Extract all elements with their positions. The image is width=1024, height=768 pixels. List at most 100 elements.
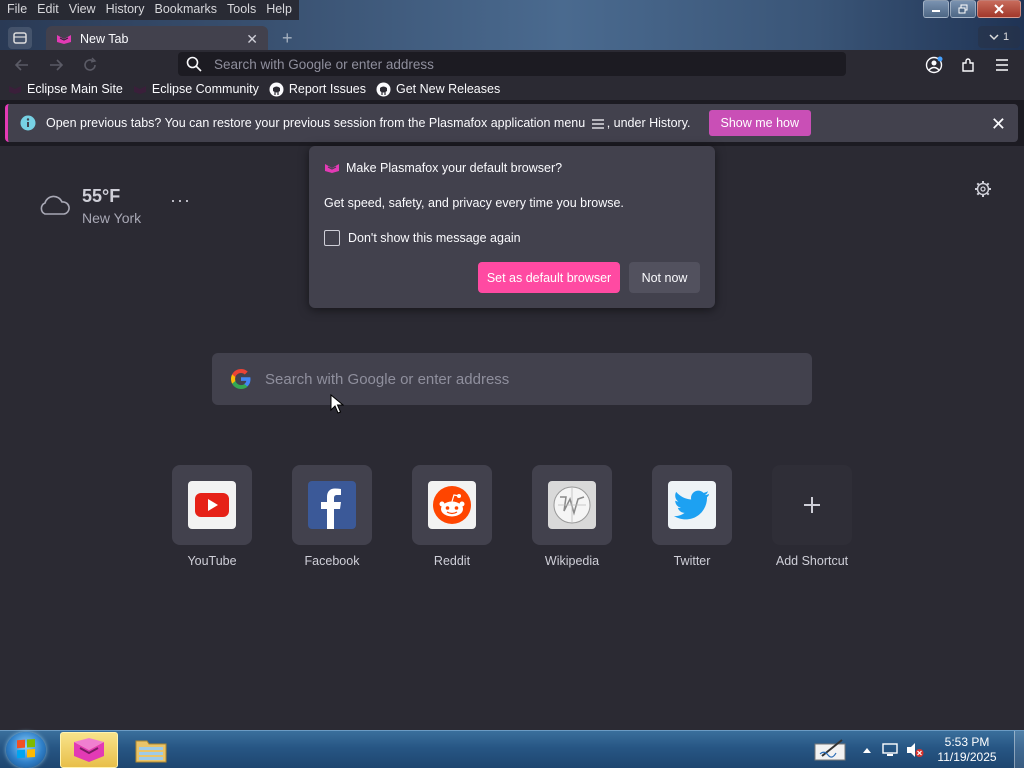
- new-tab-search-box[interactable]: Search with Google or enter address: [212, 353, 812, 405]
- shortcut-add[interactable]: Add Shortcut: [772, 465, 852, 568]
- bookmark-report-issues[interactable]: Report Issues: [269, 82, 366, 97]
- taskbar: 5:53 PM 11/19/2025: [0, 730, 1024, 768]
- menu-tools[interactable]: Tools: [222, 0, 261, 20]
- shortcut-reddit[interactable]: Reddit: [412, 465, 492, 568]
- shortcut-tile[interactable]: [292, 465, 372, 545]
- hamburger-menu-icon: [591, 119, 604, 129]
- system-clock[interactable]: 5:53 PM 11/19/2025: [934, 735, 1000, 765]
- shortcut-tile[interactable]: [172, 465, 252, 545]
- weather-city: New York: [82, 210, 142, 226]
- google-icon: [231, 369, 251, 389]
- shortcut-tile[interactable]: [652, 465, 732, 545]
- bookmark-label: Eclipse Main Site: [27, 82, 123, 96]
- close-notification-icon[interactable]: ✕: [991, 114, 1006, 135]
- extensions-button[interactable]: [958, 55, 978, 75]
- reload-button[interactable]: [80, 55, 100, 75]
- mouse-cursor-icon: [330, 394, 344, 414]
- volume-muted-icon[interactable]: [906, 742, 924, 758]
- bookmark-eclipse-community[interactable]: Eclipse Community: [133, 82, 259, 96]
- shortcut-facebook[interactable]: Facebook: [292, 465, 372, 568]
- github-icon: [269, 82, 284, 96]
- address-input[interactable]: [214, 56, 814, 72]
- hamburger-menu-icon: [996, 59, 1008, 71]
- facebook-icon: [308, 481, 356, 529]
- weather-more-icon[interactable]: ···: [170, 190, 191, 211]
- clock-date: 11/19/2025: [937, 750, 997, 764]
- show-me-how-button[interactable]: Show me how: [708, 110, 812, 136]
- firefox-view-icon: [13, 32, 27, 44]
- account-icon: [925, 56, 943, 74]
- plasmafox-icon: [57, 35, 71, 44]
- bookmark-label: Report Issues: [288, 82, 366, 96]
- bookmark-get-new-releases[interactable]: Get New Releases: [376, 82, 500, 97]
- close-window-button[interactable]: [977, 0, 1021, 18]
- show-hidden-icons-icon[interactable]: [862, 746, 872, 754]
- bookmark-eclipse-main-site[interactable]: Eclipse Main Site: [8, 82, 123, 96]
- shortcut-twitter[interactable]: Twitter: [652, 465, 732, 568]
- shortcut-label: Reddit: [433, 554, 471, 568]
- shortcut-youtube[interactable]: YouTube: [172, 465, 252, 568]
- personalize-button[interactable]: [974, 180, 992, 203]
- puzzle-icon: [962, 58, 974, 72]
- weather-info: 55°F New York: [82, 186, 141, 226]
- window-titlebar: File Edit View History Bookmarks Tools H…: [0, 0, 1024, 52]
- folder-icon: [135, 740, 167, 763]
- menu-view[interactable]: View: [64, 0, 101, 20]
- address-bar[interactable]: [178, 52, 846, 76]
- weather-widget[interactable]: 55°F New York ···: [38, 186, 190, 226]
- session-restore-notification: Open previous tabs? You can restore your…: [5, 104, 1018, 142]
- checkbox-box[interactable]: [324, 230, 340, 246]
- account-button[interactable]: [924, 55, 944, 75]
- plasmafox-icon: [325, 164, 339, 173]
- windows-logo-icon: [17, 738, 35, 759]
- menu-edit[interactable]: Edit: [32, 0, 64, 20]
- forward-arrow-icon: [50, 59, 64, 71]
- network-icon[interactable]: [882, 743, 898, 757]
- shortcut-label: Add Shortcut: [775, 554, 849, 568]
- bookmark-label: Get New Releases: [395, 82, 501, 96]
- menu-bookmarks[interactable]: Bookmarks: [149, 0, 222, 20]
- minimize-button[interactable]: [923, 0, 949, 18]
- reddit-icon: [428, 481, 476, 529]
- close-tab-icon[interactable]: ✕: [246, 31, 258, 48]
- restore-icon: [958, 4, 968, 14]
- dont-show-again-checkbox[interactable]: Don't show this message again: [324, 230, 521, 246]
- list-all-tabs-button[interactable]: 1: [978, 26, 1020, 48]
- menu-history[interactable]: History: [101, 0, 150, 20]
- taskbar-file-explorer[interactable]: [122, 732, 180, 768]
- show-desktop-button[interactable]: [1014, 731, 1024, 768]
- restore-button[interactable]: [950, 0, 976, 18]
- new-tab-button[interactable]: +: [282, 28, 293, 49]
- shortcut-label: Twitter: [673, 554, 711, 568]
- system-tray: 5:53 PM 11/19/2025: [814, 731, 1024, 768]
- shortcut-label: Facebook: [304, 554, 360, 568]
- tab-new-tab[interactable]: New Tab ✕: [46, 26, 268, 52]
- weather-temperature: 55°F: [82, 186, 121, 206]
- app-menu-button[interactable]: [992, 55, 1012, 75]
- pen-tablet-icon[interactable]: [814, 738, 848, 762]
- shortcut-wikipedia[interactable]: Wikipedia: [532, 465, 612, 568]
- bookmark-label: Eclipse Community: [151, 82, 259, 96]
- back-button[interactable]: [12, 55, 32, 75]
- start-button[interactable]: [6, 732, 46, 768]
- bookmarks-toolbar: Eclipse Main Site Eclipse Community Repo…: [0, 78, 1024, 100]
- wikipedia-icon: [548, 481, 596, 529]
- shortcut-tile[interactable]: [532, 465, 612, 545]
- menu-help[interactable]: Help: [261, 0, 297, 20]
- firefox-view-button[interactable]: [8, 27, 32, 49]
- dialog-body: Get speed, safety, and privacy every tim…: [324, 196, 624, 210]
- default-browser-dialog: Make Plasmafox your default browser? Get…: [309, 146, 715, 308]
- shortcut-tile[interactable]: [772, 465, 852, 545]
- menu-bar: File Edit View History Bookmarks Tools H…: [0, 0, 299, 20]
- forward-button[interactable]: [46, 55, 66, 75]
- not-now-button[interactable]: Not now: [629, 262, 700, 293]
- eclipse-icon: [133, 86, 146, 94]
- menu-file[interactable]: File: [2, 0, 32, 20]
- reload-icon: [84, 57, 97, 71]
- taskbar-plasmafox[interactable]: [60, 732, 118, 768]
- shortcut-tile[interactable]: [412, 465, 492, 545]
- plasmafox-icon: [74, 738, 104, 762]
- set-default-browser-button[interactable]: Set as default browser: [478, 262, 620, 293]
- tab-strip: New Tab ✕ + 1: [0, 26, 1024, 52]
- checkbox-label: Don't show this message again: [348, 231, 521, 245]
